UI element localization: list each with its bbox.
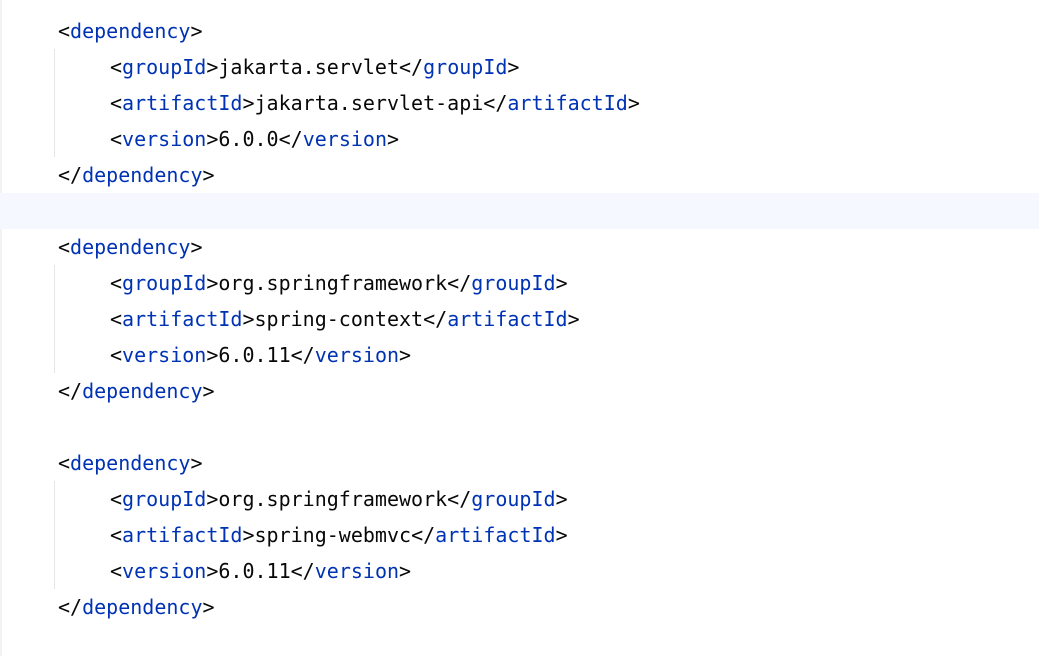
xml-text-value: 6.0.11 (218, 343, 291, 367)
xml-tag-name: version (302, 127, 387, 151)
code-line-groupid[interactable]: <groupId>jakarta.servlet</groupId> (0, 49, 1039, 85)
xml-text-value: 6.0.11 (218, 559, 291, 583)
xml-text-value: jakarta.servlet (218, 55, 400, 79)
code-line-dependency-close[interactable]: </dependency> (0, 589, 1039, 625)
xml-tag-name: artifactId (122, 307, 243, 331)
xml-tag-name: groupId (122, 55, 207, 79)
xml-tag-name: dependency (82, 163, 203, 187)
code-line-groupid[interactable]: <groupId>org.springframework</groupId> (0, 481, 1039, 517)
xml-tag-name: groupId (122, 487, 207, 511)
xml-text-value: jakarta.servlet-api (254, 91, 484, 115)
xml-text-value: 6.0.0 (218, 127, 279, 151)
xml-tag-name: groupId (471, 271, 556, 295)
xml-tag-name: artifactId (122, 523, 243, 547)
code-line-groupid[interactable]: <groupId>org.springframework</groupId> (0, 265, 1039, 301)
code-line-artifactid[interactable]: <artifactId>spring-webmvc</artifactId> (0, 517, 1039, 553)
xml-tag-name: artifactId (435, 523, 556, 547)
xml-tag-name: artifactId (447, 307, 568, 331)
code-line-version[interactable]: <version>6.0.11</version> (0, 553, 1039, 589)
xml-tag-name: version (122, 127, 207, 151)
code-line-dependency-open[interactable]: <dependency> (0, 229, 1039, 265)
xml-tag-name: version (122, 559, 207, 583)
xml-text-value: spring-context (254, 307, 424, 331)
xml-tag-name: version (314, 343, 400, 367)
code-line-artifactid[interactable]: <artifactId>jakarta.servlet-api</artifac… (0, 85, 1039, 121)
xml-tag-name: version (314, 559, 400, 583)
xml-tag-name: dependency (70, 19, 191, 43)
xml-tag-name: dependency (82, 379, 203, 403)
code-editor[interactable]: <dependency> <groupId>jakarta.servlet</g… (0, 0, 1039, 656)
xml-tag-name: groupId (423, 55, 508, 79)
current-line-highlight[interactable] (0, 193, 1039, 229)
code-line-version[interactable]: <version>6.0.0</version> (0, 121, 1039, 157)
code-line-dependency-open[interactable]: <dependency> (0, 445, 1039, 481)
xml-tag-name: artifactId (122, 91, 243, 115)
xml-tag-name: dependency (70, 451, 191, 475)
code-line-artifactid[interactable]: <artifactId>spring-context</artifactId> (0, 301, 1039, 337)
code-line-dependency-close[interactable]: </dependency> (0, 157, 1039, 193)
xml-text-value: org.springframework (218, 271, 448, 295)
code-line-version[interactable]: <version>6.0.11</version> (0, 337, 1039, 373)
code-line-dependency-open[interactable]: <dependency> (0, 13, 1039, 49)
xml-tag-name: artifactId (507, 91, 628, 115)
xml-tag-name: groupId (122, 271, 207, 295)
xml-tag-name: groupId (471, 487, 556, 511)
xml-tag-name: dependency (82, 595, 203, 619)
xml-text-value: org.springframework (218, 487, 448, 511)
xml-tag-name: version (122, 343, 207, 367)
code-line-dependency-close[interactable]: </dependency> (0, 373, 1039, 409)
xml-tag-name: dependency (70, 235, 191, 259)
xml-text-value: spring-webmvc (254, 523, 412, 547)
